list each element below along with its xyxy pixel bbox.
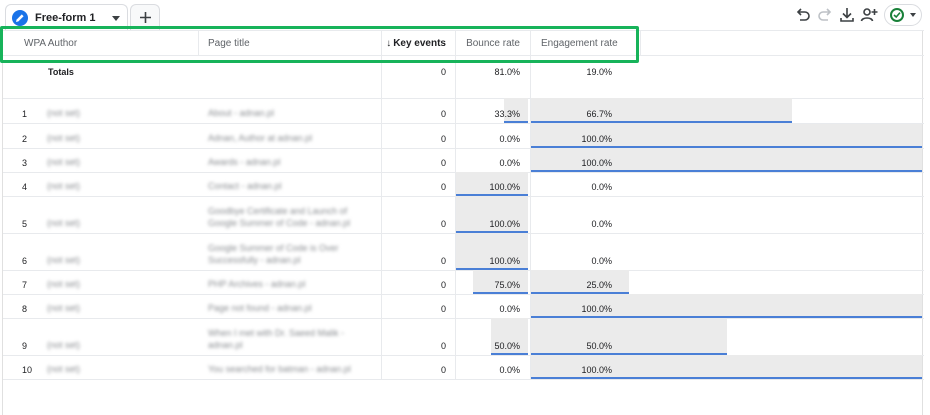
add-tab-button[interactable]: [130, 4, 160, 30]
page-title-cell: Goodbye Certificate and Launch of Google…: [208, 206, 351, 228]
tab-label: Free-form 1: [35, 12, 96, 24]
page-title-cell: When I met with Dr. Saeed Malik - adnan.…: [208, 328, 345, 350]
check-circle-icon: [890, 8, 904, 22]
author-cell: (not set): [47, 157, 81, 167]
engagement-rate-cell: 100.0%: [581, 304, 612, 314]
tab-free-form[interactable]: Free-form 1: [5, 4, 128, 30]
key-events-cell: 0: [440, 109, 446, 119]
share-user-icon[interactable]: [860, 6, 878, 24]
bounce-rate-cell: 33.3%: [494, 109, 520, 119]
row-index: 9: [22, 341, 28, 351]
author-cell: (not set): [47, 279, 81, 289]
bounce-rate-cell: 0.0%: [499, 304, 520, 314]
bounce-rate-cell: 75.0%: [494, 280, 520, 290]
undo-icon[interactable]: [794, 6, 812, 24]
page-title-cell: PHP Archives - adnan.pl: [208, 279, 306, 289]
row-index: 1: [22, 109, 28, 119]
page-title-cell: You searched for batman - adnan.pl: [208, 364, 351, 374]
toolbar: [794, 4, 924, 26]
column-header-page-title[interactable]: Page title: [208, 31, 250, 56]
key-events-cell: 0: [440, 182, 446, 192]
page-title-cell: Google Summer of Code is Over Successful…: [208, 243, 339, 265]
bounce-rate-cell: 50.0%: [494, 341, 520, 351]
key-events-cell: 0: [440, 134, 446, 144]
row-index: 2: [22, 134, 28, 144]
row-index: 5: [22, 219, 28, 229]
column-header-author[interactable]: WPA Author: [24, 31, 77, 56]
author-cell: (not set): [47, 303, 81, 313]
engagement-rate-cell: 0.0%: [591, 182, 612, 192]
bounce-rate-cell: 0.0%: [499, 158, 520, 168]
bounce-rate-cell: 100.0%: [489, 256, 520, 266]
key-events-cell: 0: [440, 256, 446, 266]
bounce-rate-cell: 100.0%: [489, 219, 520, 229]
page-title-cell: Awards - adnan.pl: [208, 157, 281, 167]
row-index: 3: [22, 158, 28, 168]
author-cell: (not set): [47, 108, 81, 118]
row-index: 10: [22, 365, 33, 375]
key-events-cell: 0: [440, 341, 446, 351]
chevron-down-icon[interactable]: [112, 16, 120, 21]
bounce-rate-cell: 0.0%: [499, 134, 520, 144]
author-cell: (not set): [47, 340, 81, 350]
totals-engagement-rate: 19.0%: [586, 67, 612, 77]
engagement-rate-cell: 25.0%: [586, 280, 612, 290]
author-cell: (not set): [47, 364, 81, 374]
key-events-cell: 0: [440, 280, 446, 290]
totals-label: Totals: [48, 67, 74, 77]
author-cell: (not set): [47, 181, 81, 191]
key-events-cell: 0: [440, 158, 446, 168]
column-header-key-events-label: Key events: [393, 38, 446, 49]
author-cell: (not set): [47, 218, 81, 228]
page-title-cell: Adnan, Author at adnan.pl: [208, 133, 313, 143]
page-title-cell: Page not found - adnan.pl: [208, 303, 312, 313]
engagement-rate-cell: 100.0%: [581, 134, 612, 144]
author-cell: (not set): [47, 133, 81, 143]
engagement-rate-cell: 50.0%: [586, 341, 612, 351]
key-events-cell: 0: [440, 365, 446, 375]
download-icon[interactable]: [838, 6, 856, 24]
key-events-cell: 0: [440, 304, 446, 314]
key-events-cell: 0: [440, 219, 446, 229]
bounce-rate-cell: 100.0%: [489, 182, 520, 192]
engagement-rate-cell: 100.0%: [581, 365, 612, 375]
status-check-dropdown[interactable]: [884, 4, 922, 26]
bounce-rate-cell: 0.0%: [499, 365, 520, 375]
row-index: 4: [22, 182, 28, 192]
totals-bounce-rate: 81.0%: [494, 67, 520, 77]
page-title-cell: About - adnan.pl: [208, 108, 275, 118]
engagement-rate-cell: 100.0%: [581, 158, 612, 168]
chevron-down-icon: [910, 13, 916, 17]
column-header-bounce-rate[interactable]: Bounce rate: [458, 31, 520, 56]
redo-icon[interactable]: [816, 6, 834, 24]
row-index: 8: [22, 304, 28, 314]
row-index: 6: [22, 256, 28, 266]
column-header-engagement-rate[interactable]: Engagement rate: [541, 31, 618, 56]
engagement-rate-cell: 0.0%: [591, 256, 612, 266]
totals-key-events: 0: [440, 67, 446, 77]
plus-icon: [140, 12, 151, 23]
sort-descending-icon: ↓: [386, 38, 392, 49]
pencil-icon: [12, 10, 28, 26]
engagement-rate-cell: 66.7%: [586, 109, 612, 119]
engagement-rate-cell: 0.0%: [591, 219, 612, 229]
row-index: 7: [22, 280, 28, 290]
author-cell: (not set): [47, 255, 81, 265]
column-header-key-events[interactable]: ↓ Key events: [383, 31, 446, 56]
top-bar: Free-form 1: [0, 0, 930, 30]
free-form-table: WPA Author Page title ↓ Key events Bounc…: [2, 30, 924, 415]
page-title-cell: Contact - adnan.pl: [208, 181, 282, 191]
